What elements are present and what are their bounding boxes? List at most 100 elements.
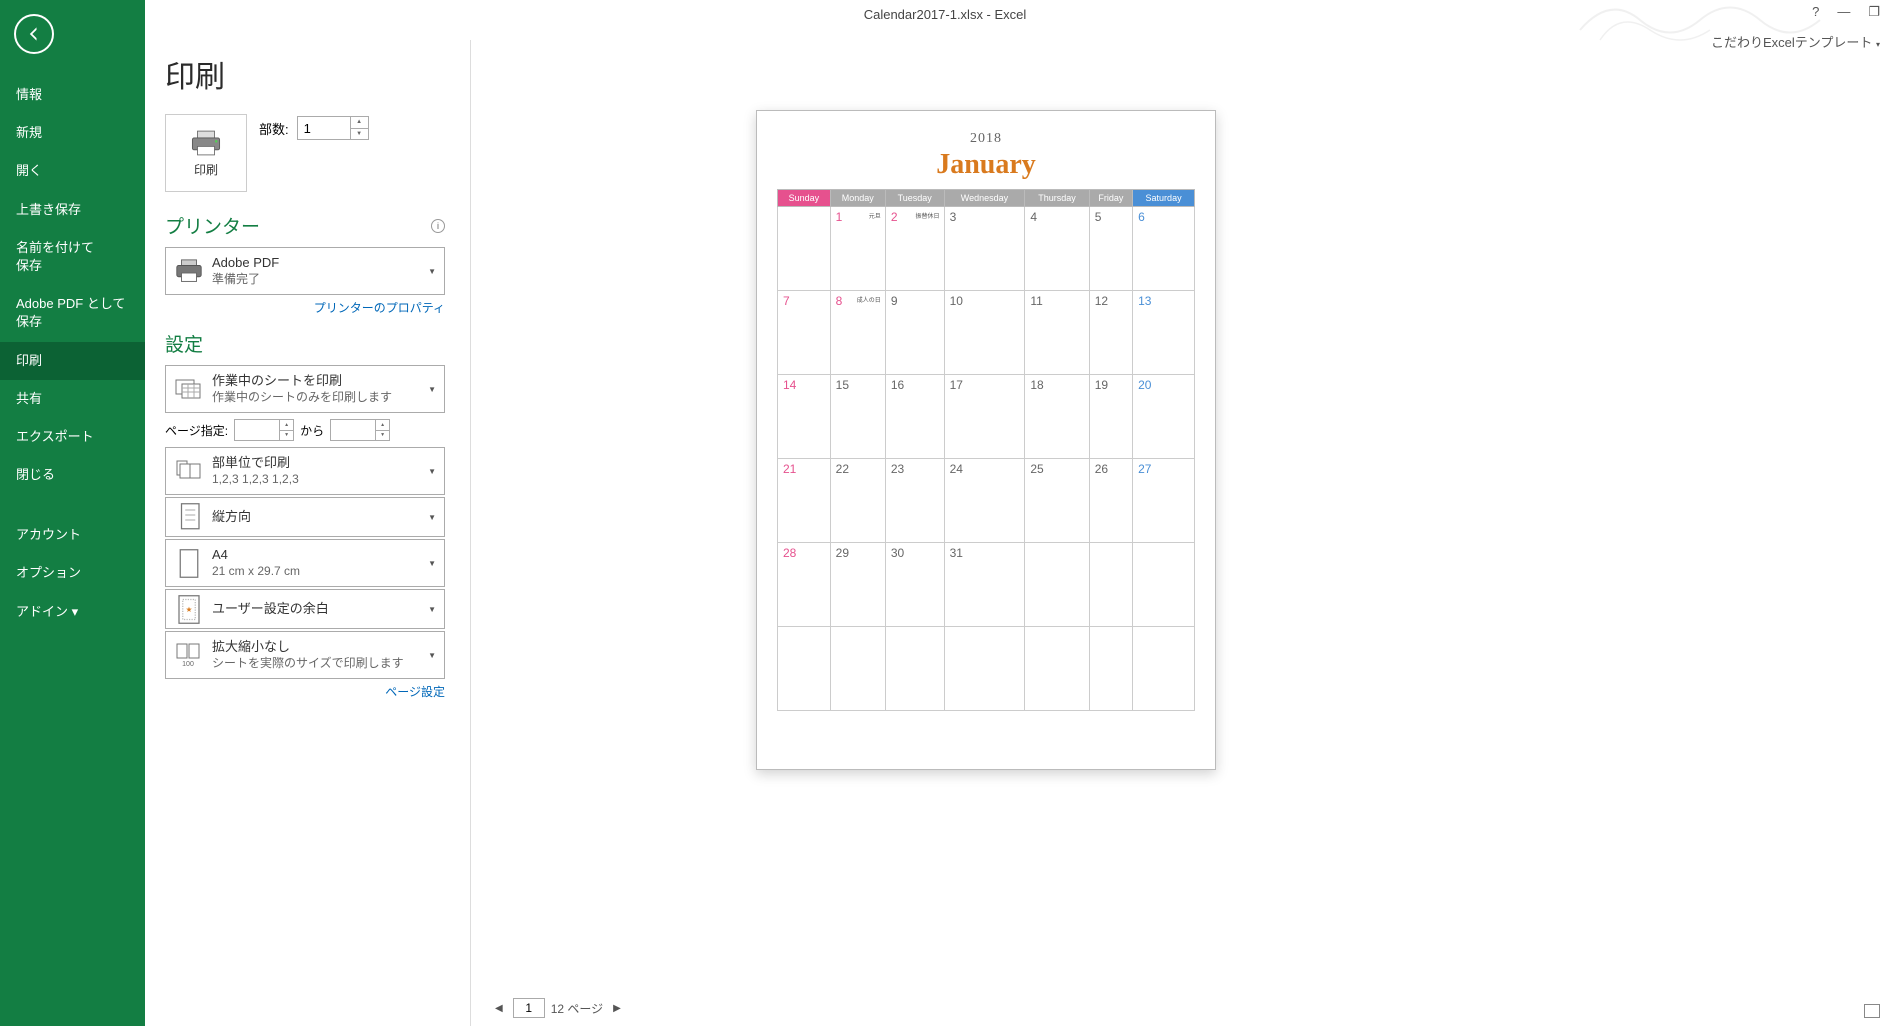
calendar-cell: 11 — [1025, 291, 1089, 375]
nav-item-Adobe-PDF-として-保存[interactable]: Adobe PDF として 保存 — [0, 285, 145, 341]
copies-up[interactable]: ▲ — [351, 117, 368, 129]
sheets-icon — [174, 374, 204, 404]
calendar-cell: 30 — [885, 543, 944, 627]
calendar-cell: 17 — [944, 375, 1025, 459]
info-icon[interactable]: i — [431, 219, 445, 233]
calendar-year: 2018 — [777, 131, 1195, 147]
calendar-cell: 21 — [778, 459, 831, 543]
calendar-day-header: Monday — [830, 190, 885, 207]
calendar-cell — [944, 627, 1025, 711]
calendar-cell: 7 — [778, 291, 831, 375]
calendar-cell: 2振替休日 — [885, 207, 944, 291]
nav-item-アドイン[interactable]: アドイン ▾ — [0, 593, 145, 631]
window-title: Calendar2017-1.xlsx - Excel — [864, 7, 1027, 22]
print-scope-dropdown[interactable]: 作業中のシートを印刷 作業中のシートのみを印刷します ▼ — [165, 365, 445, 413]
calendar-day-header: Thursday — [1025, 190, 1089, 207]
backstage-sidebar: 情報新規開く上書き保存名前を付けて 保存Adobe PDF として 保存印刷共有… — [0, 0, 145, 1026]
back-button[interactable] — [14, 14, 54, 54]
calendar-cell: 6 — [1133, 207, 1195, 291]
portrait-icon — [174, 502, 204, 532]
scaling-icon: 100 — [174, 640, 204, 670]
copies-input[interactable] — [298, 117, 350, 139]
calendar-cell — [778, 207, 831, 291]
calendar-cell: 22 — [830, 459, 885, 543]
chevron-down-icon: ▼ — [428, 559, 436, 568]
calendar-cell: 13 — [1133, 291, 1195, 375]
nav-item-アカウント[interactable]: アカウント — [0, 516, 145, 554]
nav-item-新規[interactable]: 新規 — [0, 114, 145, 152]
page-range-label: ページ指定: — [165, 422, 228, 439]
nav-item-オプション[interactable]: オプション — [0, 554, 145, 592]
minimize-button[interactable]: — — [1833, 4, 1854, 20]
calendar-cell — [1133, 543, 1195, 627]
calendar-day-header: Friday — [1089, 190, 1132, 207]
current-page-input[interactable] — [513, 998, 545, 1018]
prev-page-button[interactable]: ◀ — [491, 1001, 507, 1016]
printer-icon — [189, 129, 223, 157]
calendar-cell — [1089, 627, 1132, 711]
calendar-cell: 10 — [944, 291, 1025, 375]
chevron-down-icon: ▼ — [428, 513, 436, 522]
calendar-cell: 4 — [1025, 207, 1089, 291]
calendar-cell — [830, 627, 885, 711]
calendar-cell: 29 — [830, 543, 885, 627]
copies-label: 部数: — [259, 119, 289, 138]
calendar-cell: 25 — [1025, 459, 1089, 543]
nav-item-印刷[interactable]: 印刷 — [0, 342, 145, 380]
nav-item-閉じる[interactable]: 閉じる — [0, 456, 145, 494]
orientation-dropdown[interactable]: 縦方向 ▼ — [165, 497, 445, 537]
calendar-cell — [1025, 627, 1089, 711]
calendar-cell: 26 — [1089, 459, 1132, 543]
scaling-dropdown[interactable]: 100 拡大縮小なし シートを実際のサイズで印刷します ▼ — [165, 631, 445, 679]
page-range-row: ページ指定: ▲▼ から ▲▼ — [165, 419, 445, 441]
calendar-month: January — [777, 149, 1195, 181]
paper-dropdown[interactable]: A4 21 cm x 29.7 cm ▼ — [165, 539, 445, 587]
calendar-cell: 18 — [1025, 375, 1089, 459]
help-button[interactable]: ? — [1808, 4, 1823, 20]
next-page-button[interactable]: ▶ — [609, 1001, 625, 1016]
calendar-cell — [1025, 543, 1089, 627]
paper-icon — [174, 548, 204, 578]
chevron-down-icon: ▼ — [428, 605, 436, 614]
svg-text:100: 100 — [182, 661, 194, 668]
printer-name: Adobe PDF — [212, 255, 428, 272]
calendar-cell — [778, 627, 831, 711]
nav-item-名前を付けて-保存[interactable]: 名前を付けて 保存 — [0, 229, 145, 285]
copies-down[interactable]: ▼ — [351, 129, 368, 140]
printer-status: 準備完了 — [212, 272, 428, 288]
margins-dropdown[interactable]: ★ ユーザー設定の余白 ▼ — [165, 589, 445, 629]
page-setup-link[interactable]: ページ設定 — [165, 683, 445, 700]
page-from-input[interactable] — [234, 419, 280, 441]
calendar-table: SundayMondayTuesdayWednesdayThursdayFrid… — [777, 189, 1195, 711]
calendar-day-header: Tuesday — [885, 190, 944, 207]
copies-spinner[interactable]: ▲ ▼ — [297, 116, 369, 140]
total-pages-label: 12 ページ — [551, 1000, 603, 1017]
print-button[interactable]: 印刷 — [165, 114, 247, 192]
calendar-cell: 16 — [885, 375, 944, 459]
restore-button[interactable]: ❐ — [1864, 4, 1884, 20]
svg-text:★: ★ — [186, 605, 193, 614]
page-range-to-label: から — [300, 422, 324, 439]
chevron-down-icon: ▼ — [428, 651, 436, 660]
nav-item-エクスポート[interactable]: エクスポート — [0, 418, 145, 456]
printer-properties-link[interactable]: プリンターのプロパティ — [165, 299, 445, 316]
calendar-cell: 24 — [944, 459, 1025, 543]
printer-dropdown[interactable]: Adobe PDF 準備完了 ▼ — [165, 247, 445, 295]
zoom-to-page-button[interactable] — [1864, 1004, 1880, 1018]
calendar-cell: 14 — [778, 375, 831, 459]
calendar-cell: 27 — [1133, 459, 1195, 543]
margins-icon: ★ — [174, 594, 204, 624]
calendar-cell: 8成人の日 — [830, 291, 885, 375]
calendar-cell — [885, 627, 944, 711]
calendar-day-header: Wednesday — [944, 190, 1025, 207]
collate-dropdown[interactable]: 部単位で印刷 1,2,3 1,2,3 1,2,3 ▼ — [165, 447, 445, 495]
nav-item-情報[interactable]: 情報 — [0, 76, 145, 114]
calendar-cell: 9 — [885, 291, 944, 375]
nav-item-上書き保存[interactable]: 上書き保存 — [0, 191, 145, 229]
collate-icon — [174, 456, 204, 486]
preview-pager: ◀ 12 ページ ▶ — [491, 998, 625, 1018]
nav-item-開く[interactable]: 開く — [0, 152, 145, 190]
nav-item-共有[interactable]: 共有 — [0, 380, 145, 418]
calendar-cell — [1133, 627, 1195, 711]
page-to-input[interactable] — [330, 419, 376, 441]
